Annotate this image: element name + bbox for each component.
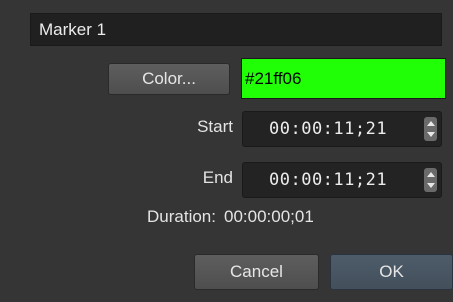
- start-label: Start: [197, 117, 233, 136]
- color-value-field[interactable]: #21ff06: [241, 58, 446, 99]
- start-timecode-value: 00:00:11;21: [269, 119, 388, 139]
- end-stepper-icon[interactable]: [424, 168, 437, 192]
- stepper-down-icon[interactable]: [427, 132, 435, 137]
- end-timecode-field[interactable]: 00:00:11;21: [242, 162, 442, 198]
- stepper-up-icon[interactable]: [427, 172, 435, 177]
- cancel-button[interactable]: Cancel: [194, 254, 319, 290]
- ok-button[interactable]: OK: [330, 254, 453, 290]
- start-timecode-field[interactable]: 00:00:11;21: [242, 111, 442, 147]
- stepper-up-icon[interactable]: [427, 121, 435, 126]
- end-label: End: [202, 168, 233, 187]
- marker-dialog: Color... #21ff06 Start 00:00:11;21 End 0…: [0, 0, 453, 302]
- duration-value: 00:00:00;01: [223, 207, 314, 226]
- color-button[interactable]: Color...: [108, 63, 230, 95]
- start-stepper-icon[interactable]: [424, 117, 437, 141]
- stepper-down-icon[interactable]: [427, 183, 435, 188]
- duration-row: Duration: 00:00:00;01: [147, 207, 314, 227]
- end-timecode-value: 00:00:11;21: [269, 170, 388, 190]
- marker-name-input[interactable]: [30, 13, 442, 46]
- duration-label: Duration:: [147, 207, 216, 226]
